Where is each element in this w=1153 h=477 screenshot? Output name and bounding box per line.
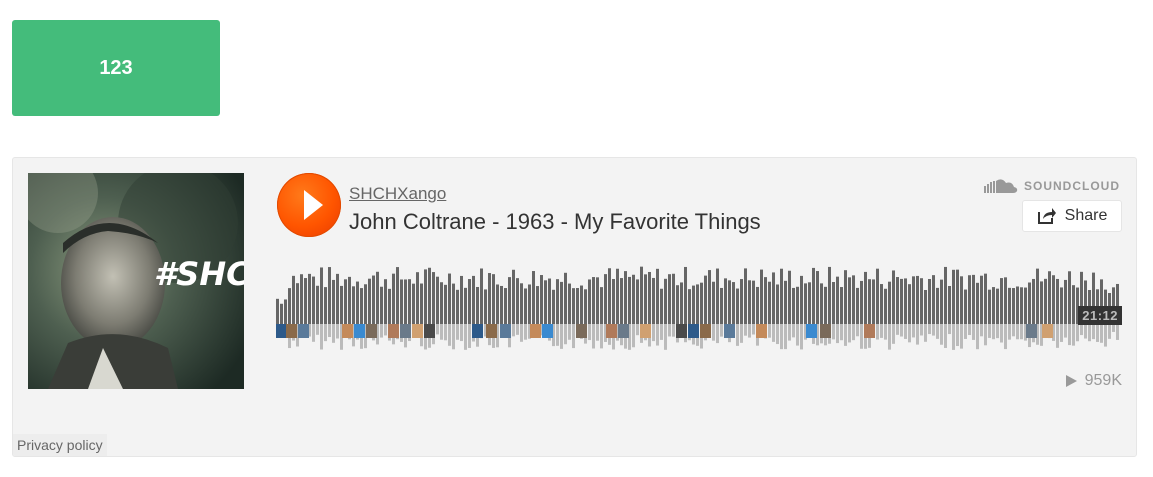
share-button[interactable]: Share — [1022, 200, 1122, 232]
artist-link[interactable]: SHCHXango — [349, 184, 446, 204]
play-icon — [304, 190, 323, 220]
privacy-policy-link[interactable]: Privacy policy — [13, 434, 107, 456]
play-count: 959K — [1065, 372, 1122, 390]
soundcloud-logo-icon — [984, 179, 1018, 193]
soundcloud-logo[interactable]: SOUNDCLOUD — [984, 178, 1120, 194]
soundcloud-embed: #SHCHX SHCHXango John Coltrane - 1963 - … — [12, 157, 1137, 457]
track-duration: 21:12 — [1078, 306, 1122, 325]
play-count-value: 959K — [1084, 372, 1122, 389]
track-artwork[interactable]: #SHCHX — [28, 173, 244, 389]
track-title-link[interactable]: John Coltrane - 1963 - My Favorite Thing… — [349, 209, 761, 235]
play-button[interactable] — [277, 173, 341, 237]
count-button[interactable]: 123 — [12, 20, 220, 116]
play-count-icon — [1065, 375, 1077, 387]
share-label: Share — [1064, 207, 1108, 224]
soundcloud-brand-text: SOUNDCLOUD — [1024, 179, 1120, 193]
share-icon — [1037, 208, 1056, 224]
waveform[interactable] — [276, 258, 1121, 358]
artwork-text: #SHCHX — [154, 255, 244, 293]
